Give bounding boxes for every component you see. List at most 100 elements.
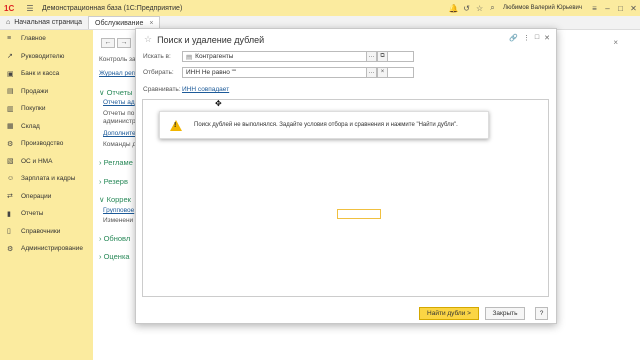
- search-in-open-button[interactable]: ⧉: [377, 51, 388, 62]
- bg-control-text: Контроль за: [99, 56, 136, 63]
- sidebar-item-label: Склад: [21, 122, 40, 130]
- reports-icon: ▮: [7, 210, 11, 218]
- factory-icon: ⚙: [7, 140, 14, 148]
- sidebar-item-label: Операции: [21, 192, 52, 200]
- bell-icon[interactable]: 🔔: [447, 4, 460, 13]
- sales-icon: ▤: [7, 88, 14, 96]
- bg-change-text: Изменени: [103, 217, 134, 224]
- sidebar-item-reports[interactable]: ▮ Отчеты: [0, 205, 93, 223]
- sidebar-item-label: Руководителю: [21, 52, 65, 60]
- gear-icon: ⚙: [7, 245, 14, 253]
- bg-reports-text2: администр: [103, 118, 136, 125]
- bg-group-correct[interactable]: ∨ Коррек: [99, 195, 131, 204]
- duplicates-dialog: ☆ Поиск и удаление дублей 🔗 ⋮ □ ✕ Искать…: [135, 28, 557, 324]
- warning-text: Поиск дублей не выполнялся. Задайте усло…: [194, 122, 458, 128]
- home-icon: ⌂: [6, 19, 11, 26]
- compare-link[interactable]: ИНН совпадает: [182, 86, 229, 93]
- sidebar-item-label: Продажи: [21, 87, 49, 95]
- warning-icon: !: [170, 119, 182, 131]
- more-icon[interactable]: ⋮: [523, 34, 530, 42]
- dialog-close-icon[interactable]: ✕: [544, 34, 550, 42]
- filter-value: ИНН Не равно "": [186, 69, 237, 76]
- book-icon: ▯: [7, 228, 11, 236]
- sidebar-item-label: Банк и касса: [21, 70, 60, 78]
- search-in-value: Контрагенты: [195, 53, 234, 60]
- bg-group-eval[interactable]: › Оценка: [99, 252, 130, 261]
- chart-icon: ↗: [7, 53, 13, 61]
- history-icon[interactable]: ↺: [460, 4, 473, 13]
- sidebar-item-bank[interactable]: ▣ Банк и касса: [0, 65, 93, 83]
- warehouse-icon: ▦: [7, 123, 14, 131]
- dialog-title: Поиск и удаление дублей: [157, 34, 265, 45]
- app-logo: 1С: [4, 3, 15, 13]
- dialog-controls: 🔗 ⋮ □ ✕: [509, 34, 550, 42]
- find-duplicates-button[interactable]: Найти дубли >: [419, 307, 479, 320]
- close-button[interactable]: Закрыть: [485, 307, 525, 320]
- tab-maintenance-label: Обслуживание: [95, 19, 144, 27]
- sidebar-item-production[interactable]: ⚙ Производство: [0, 135, 93, 153]
- bg-group-reports[interactable]: ∨ Отчеты: [99, 88, 133, 97]
- warning-message: ! Поиск дублей не выполнялся. Задайте ус…: [159, 111, 489, 139]
- minimize-icon[interactable]: –: [601, 4, 614, 13]
- sidebar: ≡ Главное ↗ Руководителю ▣ Банк и касса ▤ Пр…: [0, 30, 93, 360]
- sidebar-item-catalogs[interactable]: ▯ Справочники: [0, 223, 93, 241]
- tab-close-icon[interactable]: ×: [149, 20, 153, 27]
- assets-icon: ▧: [7, 158, 14, 166]
- sidebar-item-salary[interactable]: ☺ Зарплата и кадры: [0, 170, 93, 188]
- search-icon[interactable]: ⌕: [486, 3, 499, 13]
- menu-icon: ≡: [7, 35, 12, 43]
- people-icon: ☺: [7, 175, 15, 183]
- main-menu-icon[interactable]: ☰: [24, 4, 36, 13]
- catalog-icon: ▤: [186, 53, 193, 61]
- dialog-maximize-icon[interactable]: □: [535, 34, 539, 42]
- tab-home-label: Начальная страница: [14, 19, 82, 26]
- sidebar-item-director[interactable]: ↗ Руководителю: [0, 48, 93, 66]
- bg-group-update[interactable]: › Обновл: [99, 234, 130, 243]
- sidebar-item-label: Администрирование: [21, 245, 83, 253]
- help-button[interactable]: ?: [535, 307, 548, 320]
- sidebar-item-label: Отчеты: [21, 210, 44, 218]
- sidebar-item-warehouse[interactable]: ▦ Склад: [0, 118, 93, 136]
- bg-extra-link[interactable]: Дополните: [103, 130, 136, 137]
- settings-icon[interactable]: ≡: [588, 4, 601, 13]
- cart-icon: ▥: [7, 105, 14, 113]
- close-icon[interactable]: ✕: [627, 4, 640, 13]
- sidebar-item-label: ОС и НМА: [21, 157, 53, 165]
- forward-button[interactable]: →: [117, 38, 131, 48]
- sidebar-item-label: Производство: [21, 140, 64, 148]
- page-close-icon[interactable]: ×: [613, 38, 618, 47]
- bg-group-link[interactable]: Групповое: [103, 207, 134, 214]
- sidebar-item-label: Зарплата и кадры: [21, 175, 76, 183]
- star-icon[interactable]: ☆: [473, 4, 486, 13]
- bg-reports-text1: Отчеты по: [103, 110, 135, 117]
- sidebar-item-admin[interactable]: ⚙ Администрирование: [0, 240, 93, 258]
- nav-buttons: ← →: [101, 38, 131, 48]
- maximize-icon[interactable]: □: [614, 4, 627, 13]
- dialog-title-bar: ☆ Поиск и удаление дублей: [144, 34, 264, 45]
- filter-label: Отбирать:: [143, 69, 174, 76]
- sidebar-item-purchases[interactable]: ▥ Покупки: [0, 100, 93, 118]
- link-icon[interactable]: 🔗: [509, 34, 518, 42]
- loading-indicator: [337, 209, 381, 219]
- sidebar-item-operations[interactable]: ⇄ Операции: [0, 188, 93, 206]
- results-area: ! Поиск дублей не выполнялся. Задайте ус…: [142, 99, 549, 297]
- title-bar-right: 🔔 ↺ ☆ ⌕ Любимов Валерий Юрьевич ≡ – □ ✕: [447, 0, 640, 16]
- sidebar-item-sales[interactable]: ▤ Продажи: [0, 83, 93, 101]
- bg-reports-link[interactable]: Отчеты ад: [103, 99, 135, 106]
- search-in-select-button[interactable]: …: [366, 51, 377, 62]
- filter-select-button[interactable]: …: [366, 67, 377, 78]
- back-button[interactable]: ←: [101, 38, 115, 48]
- filter-clear-button[interactable]: ×: [377, 67, 388, 78]
- compare-label: Сравнивать:: [143, 86, 181, 93]
- mouse-cursor-icon: ✥: [215, 99, 222, 108]
- sidebar-item-assets[interactable]: ▧ ОС и НМА: [0, 153, 93, 171]
- tab-home[interactable]: ⌂ Начальная страница: [0, 16, 88, 29]
- bg-group-regl[interactable]: › Регламе: [99, 158, 133, 167]
- user-name[interactable]: Любимов Валерий Юрьевич: [503, 5, 582, 11]
- sidebar-item-label: Покупки: [21, 105, 46, 113]
- bg-group-reserve[interactable]: › Резерв: [99, 177, 128, 186]
- sidebar-item-main[interactable]: ≡ Главное: [0, 30, 93, 48]
- bg-journal-link[interactable]: Журнал реги: [99, 70, 138, 77]
- favorite-star-icon[interactable]: ☆: [144, 34, 152, 45]
- app-title: Демонстрационная база (1С:Предприятие): [42, 4, 183, 12]
